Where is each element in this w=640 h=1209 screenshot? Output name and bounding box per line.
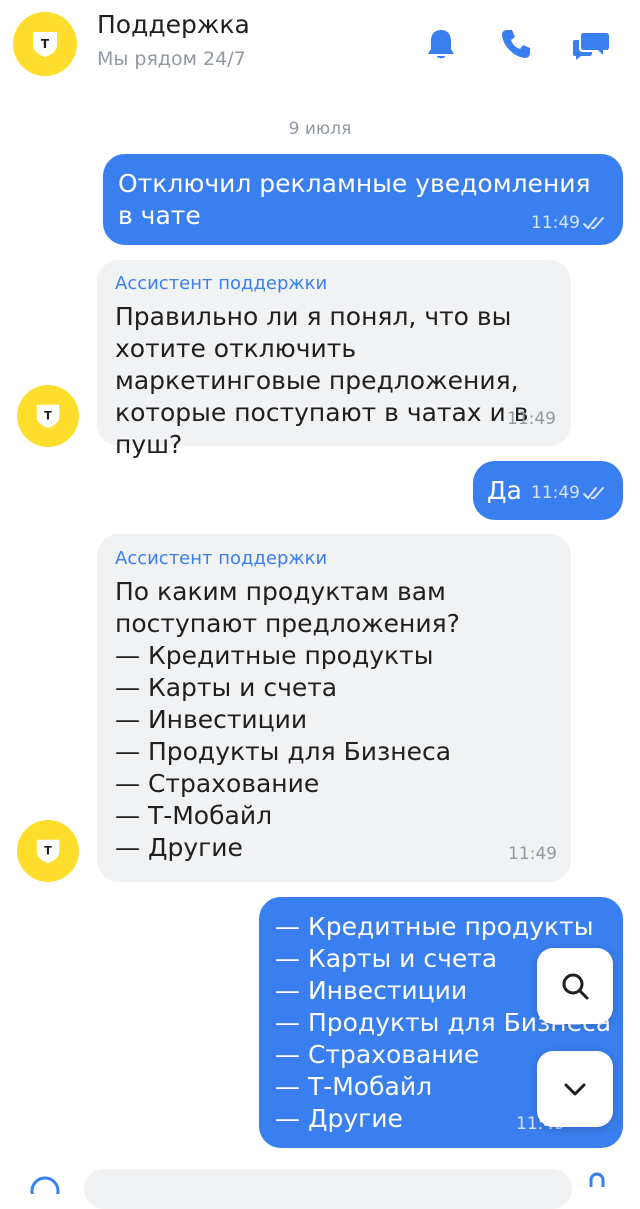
chat-icon <box>573 33 609 60</box>
message-text: По каким продуктам вам поступают предлож… <box>115 577 460 862</box>
double-check-icon <box>583 487 604 499</box>
message-time: 11:49 <box>531 213 580 233</box>
message-time: 11:49 <box>507 409 556 429</box>
add-icon <box>30 1176 60 1194</box>
chat-subtitle: Мы рядом 24/7 <box>97 48 246 70</box>
notifications-button[interactable] <box>421 24 461 64</box>
outgoing-message[interactable]: Да 11:49 <box>473 461 623 520</box>
svg-text:T: T <box>41 37 50 51</box>
phone-icon <box>502 30 530 58</box>
incoming-message[interactable]: Ассистент поддержки По каким продуктам в… <box>97 534 571 882</box>
sender-name: Ассистент поддержки <box>115 548 328 569</box>
attach-button[interactable] <box>28 1174 62 1194</box>
incoming-message[interactable]: Ассистент поддержки Правильно ли я понял… <box>97 260 571 459</box>
double-check-icon <box>583 217 604 229</box>
message-input[interactable] <box>84 1169 572 1209</box>
scroll-to-bottom-button[interactable] <box>537 1051 613 1127</box>
date-separator: 9 июля <box>288 119 352 139</box>
message-input-bar <box>0 1160 640 1209</box>
message-text: Правильно ли я понял, что вы хотите откл… <box>115 302 529 459</box>
search-messages-button[interactable] <box>537 948 613 1024</box>
chat-title: Поддержка <box>97 10 250 39</box>
call-button[interactable] <box>496 24 536 64</box>
chats-button[interactable] <box>571 24 611 64</box>
assistant-avatar: T <box>17 820 79 882</box>
support-logo[interactable]: T <box>13 12 77 76</box>
chevron-down-icon <box>564 1083 586 1096</box>
assistant-avatar: T <box>17 385 79 447</box>
voice-button[interactable] <box>585 1172 609 1187</box>
sender-name: Ассистент поддержки <box>115 273 328 294</box>
message-meta: 11:49 <box>508 844 557 864</box>
shield-logo-icon: T <box>36 404 60 429</box>
search-icon <box>562 973 589 1000</box>
message-time: 11:49 <box>508 844 557 864</box>
shield-logo-icon: T <box>33 32 57 57</box>
message-meta: 11:49 <box>531 213 607 233</box>
message-meta: 11:49 <box>507 409 556 429</box>
message-meta: 11:49 <box>531 483 607 503</box>
svg-text:T: T <box>44 845 52 858</box>
chat-header: T Поддержка Мы рядом 24/7 <box>0 0 640 96</box>
outgoing-message[interactable]: Отключил рекламные уведомления в чате 11… <box>103 154 623 245</box>
shield-logo-icon: T <box>36 839 60 864</box>
svg-text:T: T <box>44 410 52 423</box>
bell-icon <box>428 30 454 59</box>
message-time: 11:49 <box>531 483 580 503</box>
microphone-icon <box>589 1172 605 1187</box>
